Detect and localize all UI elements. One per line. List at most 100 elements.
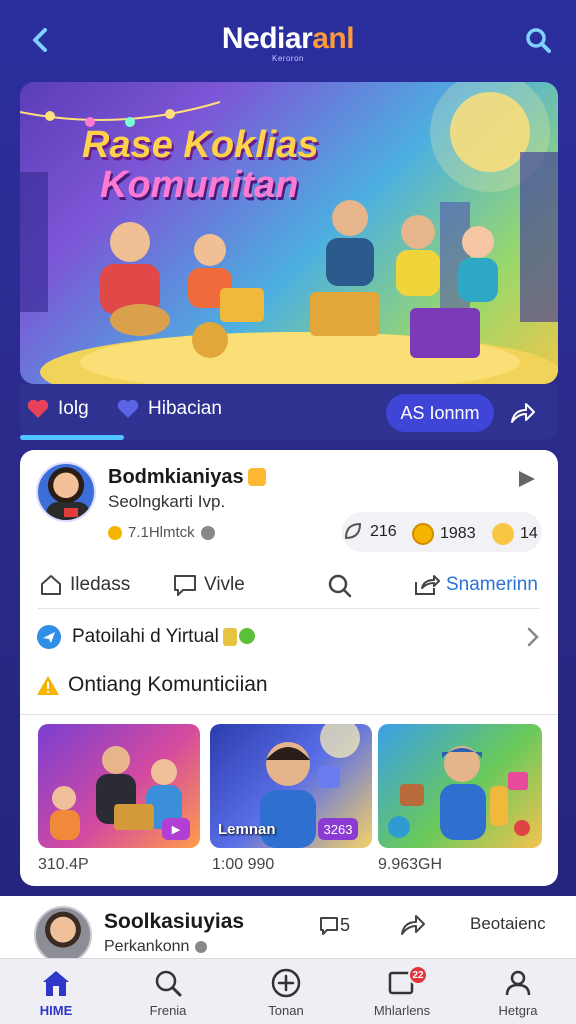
thumbnail-grid: ▶ Lemnan 3263 [38,724,542,848]
post2-author-avatar[interactable] [34,906,92,964]
virtual-badges [222,628,255,646]
logo-text-orange: anl [312,22,355,55]
heart-icon [26,398,50,420]
logo-subtitle: Keroron [272,54,304,63]
nav-home-label: HIME [39,1003,73,1018]
nav-messages-label: Mhlarlens [373,1003,431,1018]
nav-profile[interactable]: Hetgra [468,967,568,1023]
virtual-row-text: Patoilahi d Yirtual [72,626,219,647]
community-row-text: Ontiang Komunticiian [68,673,268,696]
tab-iolg-label: Iolg [58,398,89,419]
thumbnail-badge-icon: ▶ [162,818,190,840]
post2-comment-button[interactable]: 5 [318,914,350,936]
arrow-right-icon [519,471,535,487]
hero-share-button[interactable] [504,396,540,430]
leaf-icon [342,520,364,547]
active-tab-indicator [20,435,124,440]
comment-label: Vivle [204,574,245,595]
hero-banner[interactable]: Rase Koklias Komunitan [20,82,558,384]
ask-button[interactable]: AS Ionnm [386,394,494,432]
comment-icon [320,917,338,935]
stat-likes: 216 [370,523,397,540]
share-label: Snamerinn [446,574,538,595]
header-search-button[interactable] [522,24,554,56]
hero-title: Rase Koklias Komunitan [82,124,319,206]
share-icon [412,572,440,598]
verified-badge-icon [247,468,266,486]
thumbnail-card[interactable] [378,724,542,848]
thumbnail-location-icon [388,816,410,838]
post2-more-link[interactable]: Beotaienc [470,914,546,934]
emoji-icon [492,523,514,545]
post-search-button[interactable] [326,572,360,600]
nav-profile-label: Hetgra [498,1003,538,1018]
like-label: Iledass [70,574,131,595]
nav-messages[interactable]: 22 Mhlarlens [352,965,452,1023]
message-icon [352,967,452,999]
community-row[interactable]: Ontiang Komunticiian [36,668,268,702]
nav-add[interactable]: Tonan [236,967,336,1023]
post-subtitle-text: Seolngkarti Ivp. [108,492,226,511]
stat-coins: 1983 [412,523,476,545]
post-actions: Iledass Vivle Snamerinn [20,564,558,612]
thumbnail-captions: 310.4P 1:00 990 9.963GH [38,856,542,878]
thumbnail-record-icon [514,820,530,836]
search-icon [526,28,551,53]
logo-text-white: Nediar [221,22,313,55]
warning-triangle-icon [36,674,60,696]
search-icon [326,572,354,600]
post-author-subtitle: Seolngkarti Ivp. [108,492,225,512]
share-arrow-icon [511,403,535,423]
share-button[interactable]: Snamerinn [412,572,538,598]
hero-tabs: Iolg Hibacian AS Ionnm [20,384,558,440]
thumbnail-caption: 1:00 990 [212,856,275,873]
tab-iolg[interactable]: Iolg [26,398,89,420]
post-meta: 7.1Hlmtck [108,524,215,541]
post-author-name-text: Bodmkianiyas [108,466,244,488]
like-button[interactable]: Iledass [38,572,130,598]
thumbnail-card[interactable]: Lemnan 3263 [210,724,372,848]
post2-share-button[interactable] [398,912,426,938]
hero-title-line1: Rase Koklias [82,124,319,166]
divider [20,714,558,715]
post-stats: 216 1983 14 [342,512,542,552]
clock-icon [195,941,208,953]
messages-badge: 22 [408,965,428,985]
plane-icon [36,624,62,650]
coin-icon [412,523,434,545]
post2-author-name[interactable]: Soolkasiuyias [104,910,244,934]
app-logo: Nediaranl [0,22,576,56]
share-arrow-icon [401,915,425,935]
stat-reactions-value: 14 [520,525,538,542]
thumbnail-label: Lemnan [218,821,276,838]
post-author-avatar[interactable] [36,462,96,522]
tab-hibacian[interactable]: Hibacian [116,398,222,420]
search-icon [118,967,218,999]
post-more-button[interactable] [514,466,540,492]
app-header: Nediaranl Keroron [0,0,576,80]
hero-title-line2: Komunitan [100,163,299,206]
nav-home[interactable]: HIME [6,967,106,1023]
comment-button[interactable]: Vivle [172,572,245,598]
coin-icon [108,525,122,540]
nav-search[interactable]: Frenia [118,967,218,1023]
thumbnail-card[interactable]: ▶ [38,724,200,848]
chevron-right-icon [524,625,542,649]
stat-coins-value: 1983 [440,525,476,542]
post-meta-text: 7.1Hlmtck [128,524,195,541]
stat-reactions: 14 [492,523,538,545]
plus-circle-icon [236,967,336,999]
post2-subtitle-text: Perkankonn [104,938,190,955]
post2-comment-count: 5 [340,914,351,935]
nav-add-label: Tonan [268,1003,304,1018]
virtual-link-row[interactable]: Patoilahi d Yirtual [36,620,542,654]
post-card: Bodmkianiyas Seolngkarti Ivp. 7.1Hlmtck … [20,450,558,886]
bottom-navigation: HIME Frenia Tonan 22 Mhlarlens Hetgra [0,958,576,1024]
post-author-name[interactable]: Bodmkianiyas [108,466,266,489]
divider [38,608,540,609]
thumbnail-caption: 310.4P [38,856,89,873]
tab-hibacian-label: Hibacian [148,398,222,419]
home-like-icon [38,572,64,598]
thumbnail-count-badge: 3263 [318,818,358,840]
home-icon [6,967,106,999]
